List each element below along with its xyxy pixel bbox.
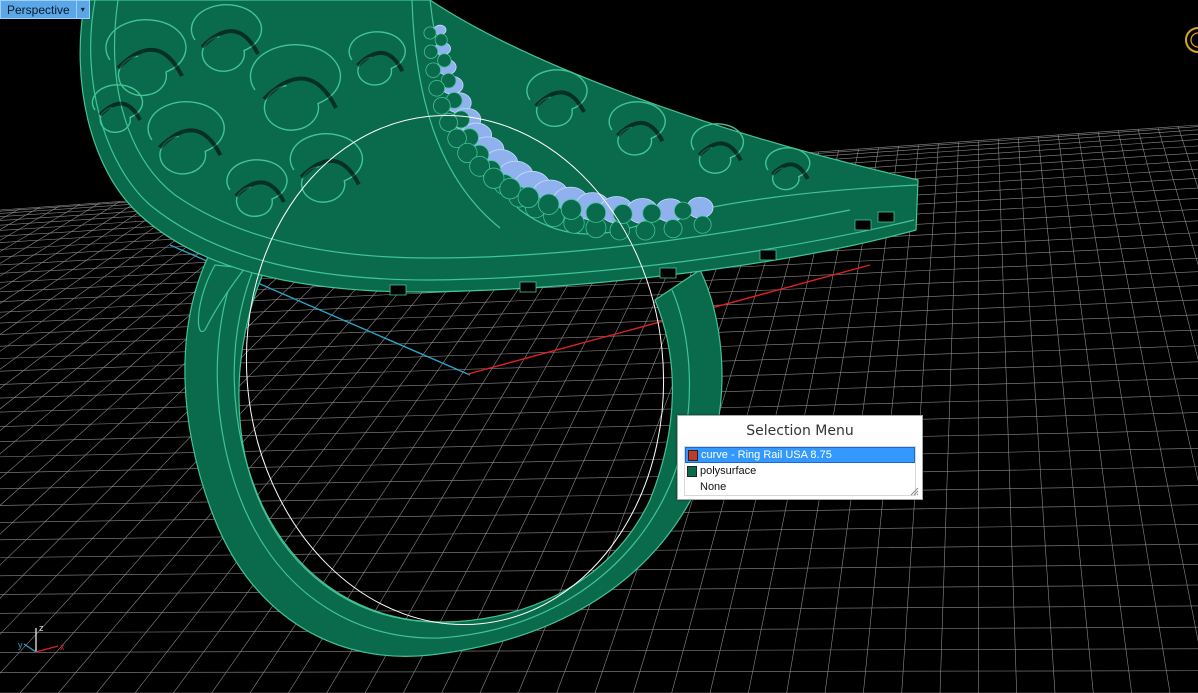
selection-item-label: curve - Ring Rail USA 8.75 [701, 449, 832, 461]
selection-item-none[interactable]: None [685, 479, 915, 495]
selection-menu: Selection Menu curve - Ring Rail USA 8.7… [677, 415, 923, 500]
selection-menu-list: curve - Ring Rail USA 8.75 polysurface N… [684, 446, 916, 496]
ring-polysurface[interactable] [79, 0, 919, 657]
curve-color-swatch [688, 449, 698, 461]
selection-item-label: polysurface [700, 465, 757, 477]
axis-indicator: z x y [18, 623, 65, 653]
viewport-title-tab[interactable]: Perspective ▾ [0, 0, 90, 19]
viewport-title[interactable]: Perspective [0, 0, 76, 19]
selection-item-label: None [700, 481, 727, 493]
resize-grip-icon[interactable] [909, 486, 919, 496]
scene-canvas[interactable]: z x y [0, 0, 1198, 693]
selection-item-curve[interactable]: curve - Ring Rail USA 8.75 [685, 447, 915, 463]
polysurface-color-swatch [687, 465, 697, 477]
perspective-viewport[interactable]: z x y [0, 0, 1198, 693]
viewport-menu-arrow-icon[interactable]: ▾ [75, 0, 90, 19]
viewport-logo-icon [1185, 27, 1198, 53]
selection-item-polysurface[interactable]: polysurface [685, 463, 915, 479]
selection-menu-title: Selection Menu [746, 423, 854, 439]
axis-label-x: x [60, 642, 65, 652]
axis-label-z: z [39, 623, 44, 633]
axis-label-y: y [18, 640, 23, 650]
